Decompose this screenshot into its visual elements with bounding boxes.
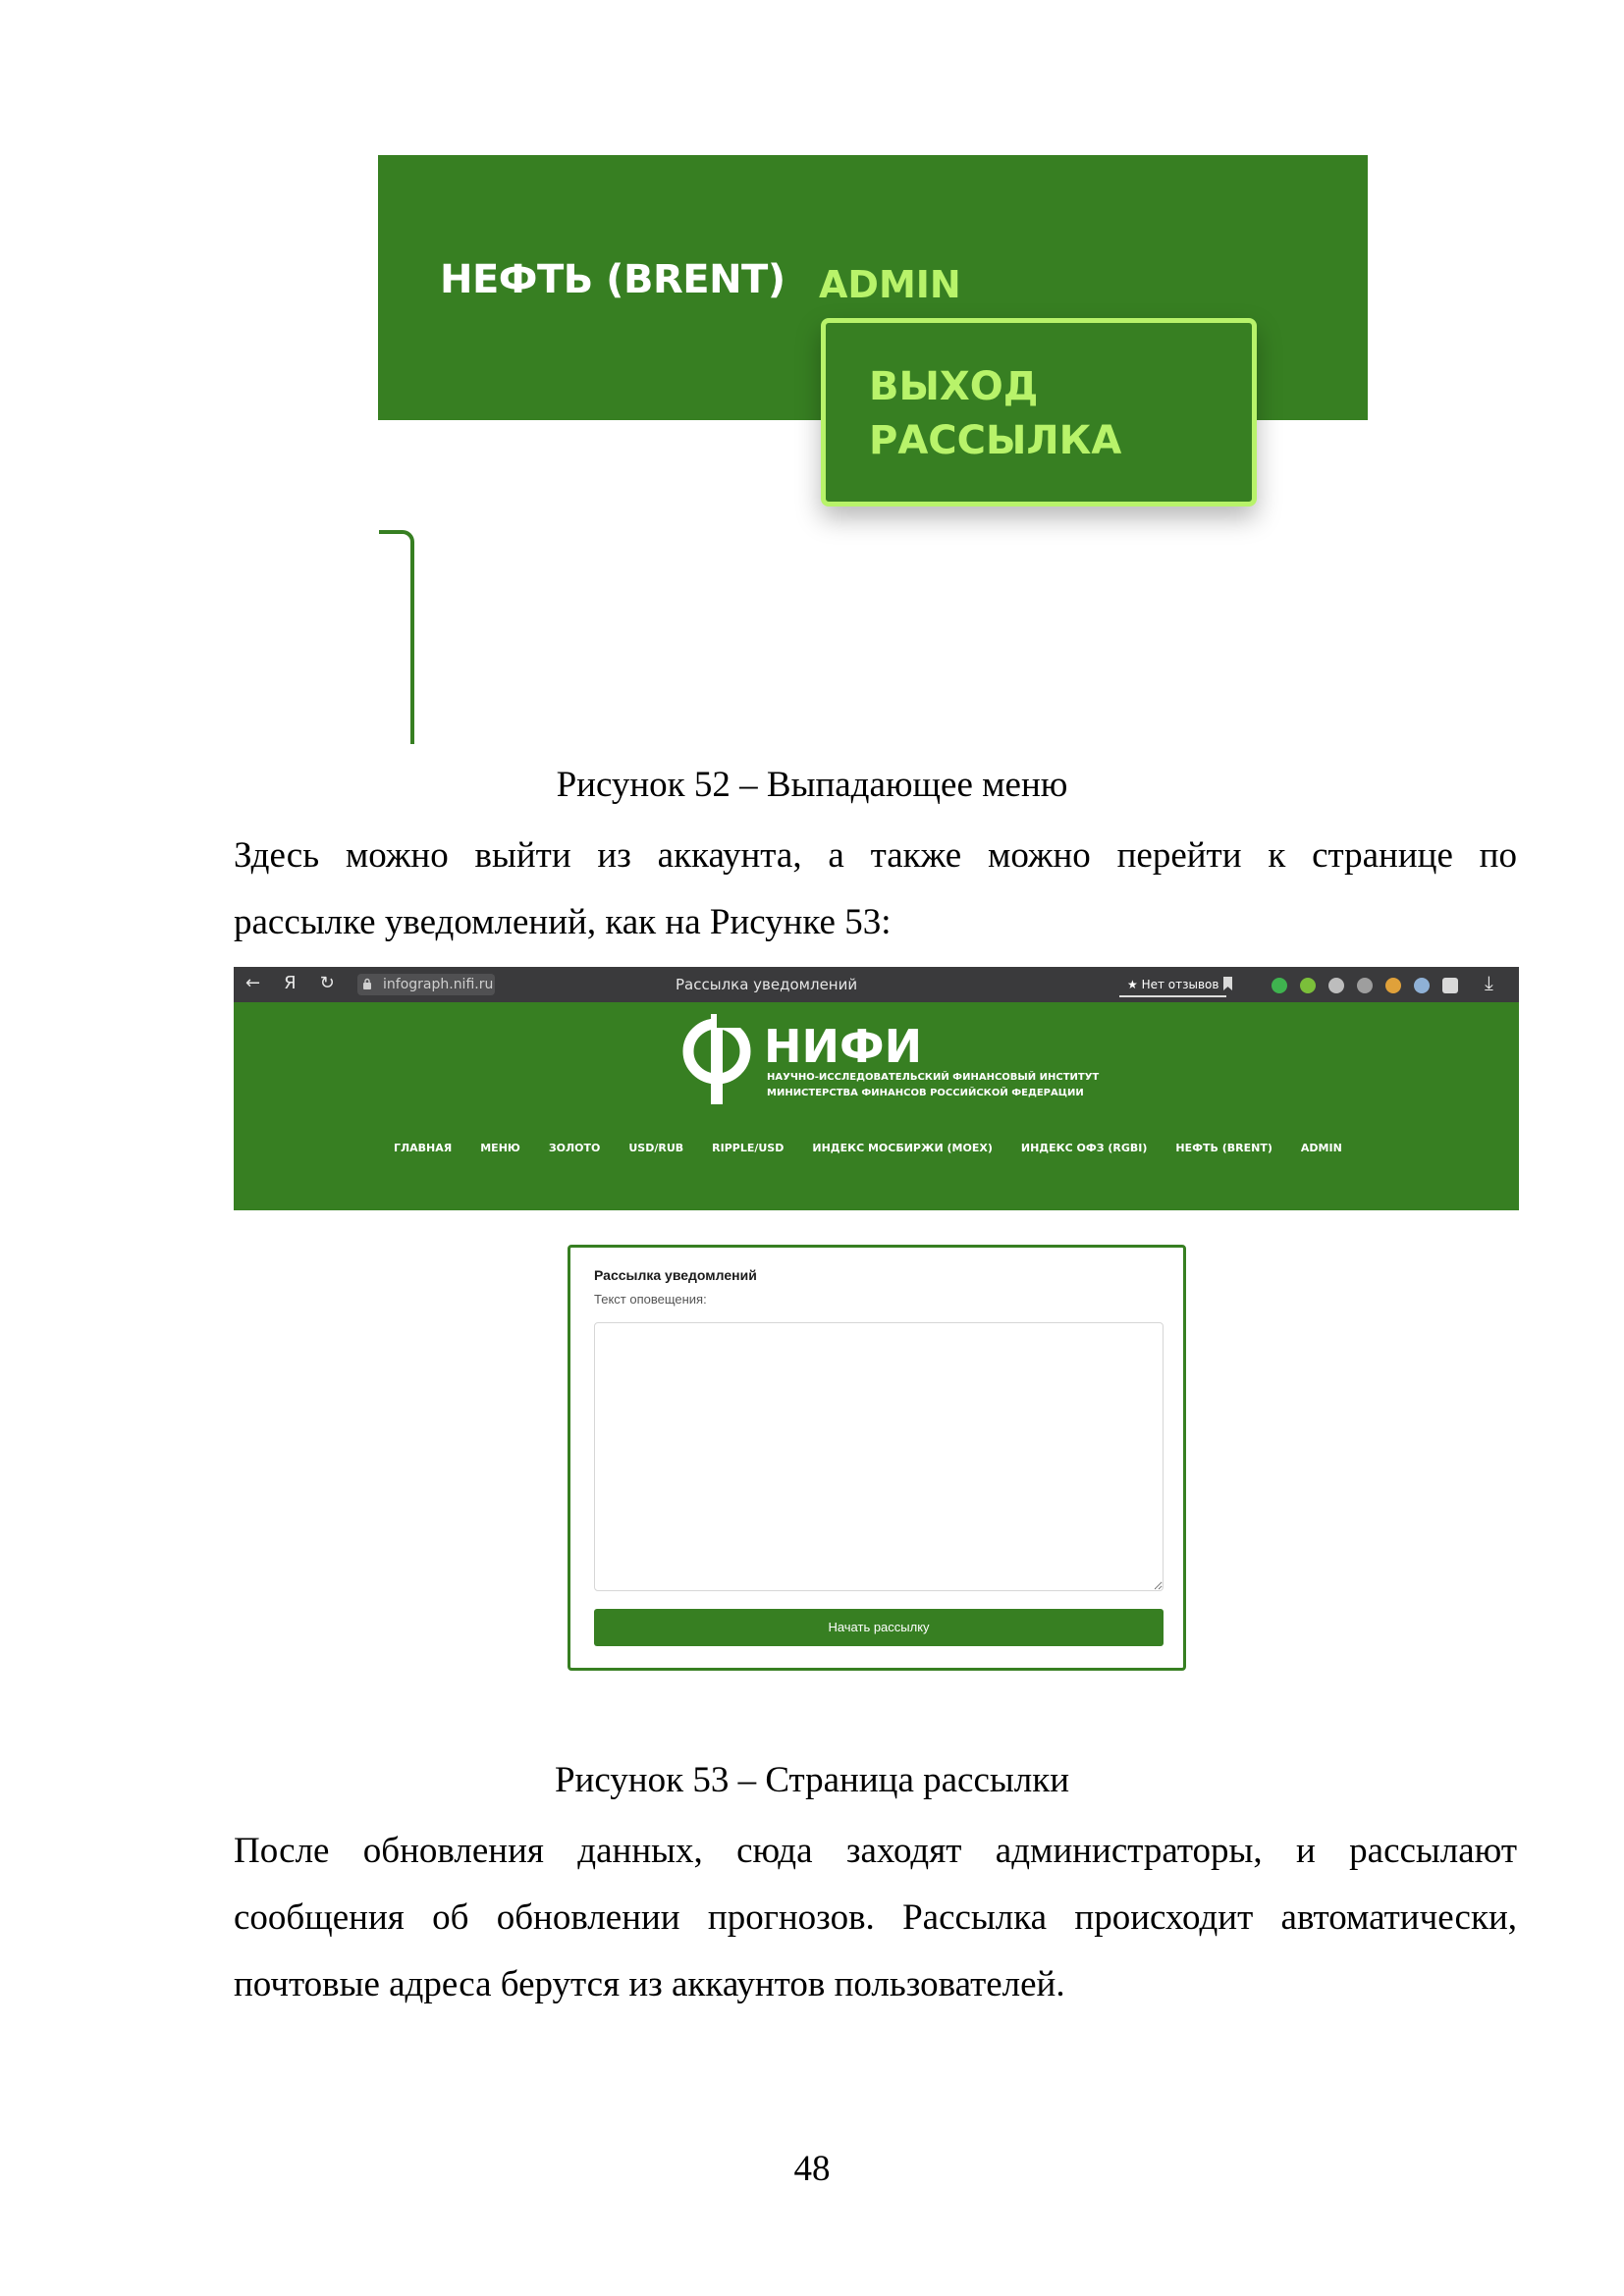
page-number: 48 [793, 2149, 831, 2189]
download-extension-icon[interactable] [1300, 977, 1316, 993]
figure52-caption: Рисунок 52 – Выпадающее меню [556, 765, 1068, 805]
bookmark-icon[interactable] [1223, 977, 1232, 990]
browser-toolbar: ← Я ↻ infograph.nifi.ru Рассылка уведомлен… [234, 967, 1519, 1002]
nav-item-home[interactable]: ГЛАВНАЯ [394, 1142, 452, 1154]
nav-item-brent[interactable]: НЕФТЬ (BRENT) [440, 257, 785, 302]
glasses-extension-icon[interactable] [1357, 977, 1373, 993]
atom-extension-icon[interactable] [1414, 977, 1430, 993]
content-frame-corner [379, 530, 414, 744]
reviews-badge[interactable]: ★ Нет отзывов [1119, 974, 1227, 997]
paragraph-2-line-2: сообщения об обновлении прогнозов. Рассы… [234, 1897, 1517, 1938]
nav-item-ripple-usd[interactable]: RIPPLE/USD [712, 1142, 784, 1154]
logo-subtitle-line-1: НАУЧНО-ИССЛЕДОВАТЕЛЬСКИЙ ФИНАНСОВЫЙ ИНСТ… [767, 1072, 1100, 1083]
globe-extension-icon[interactable] [1328, 977, 1344, 993]
logo-subtitle-line-2: МИНИСТЕРСТВА ФИНАНСОВ РОССИЙСКОЙ ФЕДЕРАЦ… [767, 1088, 1084, 1098]
browser-nav-buttons: ← Я ↻ [245, 973, 358, 993]
paragraph-2: После обновления данных, сюда заходят ад… [234, 1818, 1517, 2018]
mailing-form-card: Рассылка уведомлений Текст оповещения: Н… [568, 1245, 1186, 1671]
nav-item-admin[interactable]: ADMIN [1301, 1142, 1342, 1154]
yandex-icon[interactable]: Я [284, 973, 297, 993]
notification-text-input[interactable] [594, 1322, 1164, 1591]
nifi-logo-icon [682, 1012, 756, 1104]
nav-item-usd-rub[interactable]: USD/RUB [628, 1142, 683, 1154]
paragraph-2-line-1: После обновления данных, сюда заходят ад… [234, 1831, 1517, 1871]
figure53-caption: Рисунок 53 – Страница рассылки [554, 1760, 1070, 1800]
paragraph-1: Здесь можно выйти из аккаунта, а также м… [234, 823, 1517, 956]
nav-item-gold[interactable]: ЗОЛОТО [549, 1142, 601, 1154]
site-nav: ГЛАВНАЯ МЕНЮ ЗОЛОТО USD/RUB RIPPLE/USD ИНДЕКС… [394, 1142, 1342, 1154]
reload-icon[interactable]: ↻ [320, 973, 335, 993]
tab-title: Рассылка уведомлений [676, 976, 858, 993]
address-bar[interactable]: infograph.nifi.ru [357, 974, 495, 995]
extension-icons [1272, 975, 1471, 993]
form-title: Рассылка уведомлений [594, 1267, 757, 1283]
logo-subtitle: НАУЧНО-ИССЛЕДОВАТЕЛЬСКИЙ ФИНАНСОВЫЙ ИНСТ… [767, 1070, 1099, 1101]
logo-title: НИФИ [764, 1020, 923, 1073]
cookie-extension-icon[interactable] [1385, 977, 1401, 993]
download-icon[interactable]: ⤓ [1485, 971, 1493, 994]
nav-item-admin[interactable]: ADMIN [819, 263, 961, 306]
nav-item-menu[interactable]: МЕНЮ [480, 1142, 520, 1154]
paragraph-1-line-1: Здесь можно выйти из аккаунта, а также м… [234, 835, 1517, 876]
lock-icon [363, 978, 371, 989]
paragraph-1-line-2: рассылке уведомлений, как на Рисунке 53: [234, 902, 892, 942]
nav-item-brent[interactable]: НЕФТЬ (BRENT) [1175, 1142, 1272, 1154]
dropdown-item-logout[interactable]: ВЫХОД [869, 360, 1252, 414]
nav-item-moex[interactable]: ИНДЕКС МОСБИРЖИ (MOEX) [812, 1142, 993, 1154]
arrow-left-icon[interactable]: ← [245, 973, 260, 993]
nav-item-rgbi[interactable]: ИНДЕКС ОФЗ (RGBI) [1021, 1142, 1148, 1154]
figure53-screenshot: ← Я ↻ infograph.nifi.ru Рассылка уведомлен… [234, 967, 1519, 1210]
paragraph-2-line-3: почтовые адреса берутся из аккаунтов пол… [234, 1964, 1065, 2004]
translate-extension-icon[interactable] [1442, 977, 1458, 993]
notification-text-label: Текст оповещения: [594, 1292, 707, 1307]
start-mailing-button[interactable]: Начать рассылку [594, 1609, 1164, 1646]
site-header: НИФИ НАУЧНО-ИССЛЕДОВАТЕЛЬСКИЙ ФИНАНСОВЫЙ… [234, 1002, 1519, 1210]
shield-extension-icon[interactable] [1272, 977, 1287, 993]
admin-dropdown-menu: ВЫХОД РАССЫЛКА [821, 318, 1257, 507]
dropdown-item-mailing[interactable]: РАССЫЛКА [869, 414, 1252, 468]
